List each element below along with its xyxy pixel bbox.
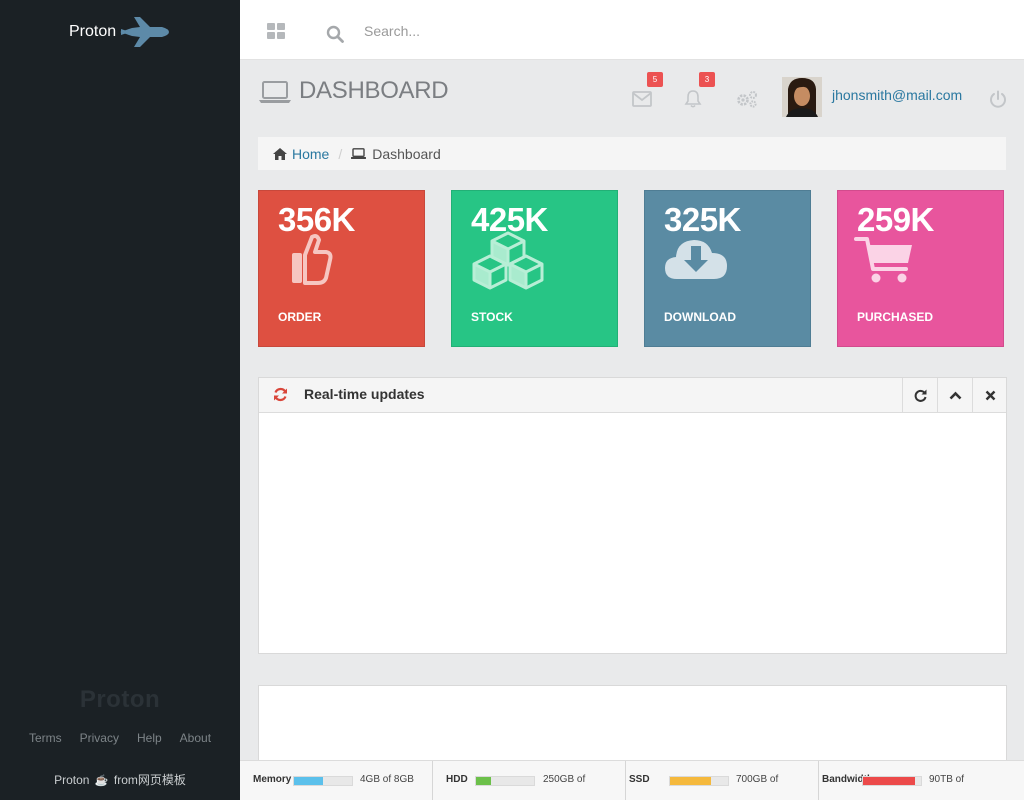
brand-name: Proton <box>69 23 117 40</box>
realtime-updates-panel: Real-time updates <box>258 377 1007 654</box>
sidebar-footer-logo: Proton <box>79 686 161 713</box>
memory-progress-bar <box>293 776 353 786</box>
cloud-download-icon <box>665 240 727 279</box>
laptop-icon <box>259 81 291 103</box>
ssd-progress-bar <box>669 776 729 786</box>
download-tile[interactable]: 325K DOWNLOAD <box>644 190 811 347</box>
home-icon <box>273 147 287 160</box>
page-title: DASHBOARD <box>299 77 449 104</box>
tile-label: ORDER <box>278 310 322 324</box>
close-icon <box>985 390 995 400</box>
bandwidth-stat: Bandwidth 90TB of <box>819 761 1012 800</box>
bandwidth-progress-bar <box>862 776 922 786</box>
bandwidth-progress-fill <box>863 777 916 785</box>
stat-value: 90TB of <box>929 774 965 785</box>
credit-site-link[interactable]: 网页模板 <box>138 773 186 787</box>
stock-tile[interactable]: 425K STOCK <box>451 190 618 347</box>
brand-logo[interactable]: Proton <box>69 14 170 50</box>
stat-name: SSD <box>629 774 650 785</box>
breadcrumb-current-label: Dashboard <box>372 145 441 162</box>
power-icon[interactable] <box>989 90 1007 108</box>
hdd-stat: HDD 250GB of <box>433 761 626 800</box>
breadcrumb: Home / Dashboard <box>258 137 1006 170</box>
breadcrumb-home-label: Home <box>292 145 330 162</box>
credit-brand: Proton <box>54 773 90 787</box>
about-link[interactable]: About <box>180 731 211 745</box>
ssd-stat: SSD 700GB of <box>626 761 819 800</box>
mail-icon[interactable] <box>632 91 652 107</box>
panel-reload-button[interactable] <box>902 378 937 412</box>
breadcrumb-separator: / <box>338 145 343 162</box>
stat-value: 4GB of 8GB <box>360 774 414 785</box>
coffee-icon: ☕ <box>94 775 109 787</box>
chevron-up-icon <box>949 391 961 399</box>
terms-link[interactable]: Terms <box>29 731 62 745</box>
sidebar-footer-links: Terms Privacy Help About <box>0 731 240 745</box>
breadcrumb-current: Dashboard <box>351 146 441 162</box>
panel-close-button[interactable] <box>972 378 1007 412</box>
laptop-icon <box>351 148 367 159</box>
shopping-cart-icon <box>854 237 912 283</box>
avatar[interactable] <box>782 77 822 117</box>
system-status-bar: Memory 4GB of 8GB HDD 250GB of SSD 700GB… <box>240 760 1024 800</box>
page-header: DASHBOARD 5 3 jhonsmith@mail.com <box>240 60 1024 136</box>
stat-name: Memory <box>253 774 292 785</box>
panel-collapse-button[interactable] <box>937 378 972 412</box>
tile-label: PURCHASED <box>857 310 934 324</box>
sidebar: Proton Proton Terms Privacy Help About P… <box>0 0 240 800</box>
user-photo <box>782 77 822 117</box>
ssd-progress-fill <box>670 777 711 785</box>
credit-from: from <box>113 773 138 787</box>
stat-value: 250GB of <box>543 774 586 785</box>
reload-icon <box>914 389 926 402</box>
memory-stat: Memory 4GB of 8GB <box>240 761 433 800</box>
topbar <box>240 0 1024 60</box>
sidebar-credit: Proton ☕ from网页模板 <box>0 771 240 788</box>
stat-value: 700GB of <box>736 774 779 785</box>
search-input[interactable] <box>364 18 964 44</box>
memory-progress-fill <box>294 777 323 785</box>
cubes-icon <box>472 231 544 290</box>
user-email-link[interactable]: jhonsmith@mail.com <box>832 87 962 103</box>
purchased-tile[interactable]: 259K PURCHASED <box>837 190 1004 347</box>
panel-header: Real-time updates <box>259 378 1006 413</box>
panel-title: Real-time updates <box>304 386 425 402</box>
hdd-progress-fill <box>476 777 491 785</box>
grid-icon[interactable] <box>267 23 285 39</box>
tile-label: STOCK <box>471 310 513 324</box>
bell-icon[interactable] <box>684 89 702 108</box>
hdd-progress-bar <box>475 776 535 786</box>
refresh-icon <box>274 387 287 402</box>
thumbs-up-icon <box>292 234 333 285</box>
mail-badge: 5 <box>647 72 663 87</box>
notification-badge: 3 <box>699 72 715 87</box>
privacy-link[interactable]: Privacy <box>80 731 119 745</box>
stat-name: HDD <box>446 774 468 785</box>
help-link[interactable]: Help <box>137 731 162 745</box>
tile-label: DOWNLOAD <box>664 310 736 324</box>
spaceship-icon <box>120 17 170 47</box>
breadcrumb-home[interactable]: Home <box>273 146 329 162</box>
gears-icon[interactable] <box>736 90 758 108</box>
order-tile[interactable]: 356K ORDER <box>258 190 425 347</box>
search-icon[interactable] <box>326 25 344 43</box>
